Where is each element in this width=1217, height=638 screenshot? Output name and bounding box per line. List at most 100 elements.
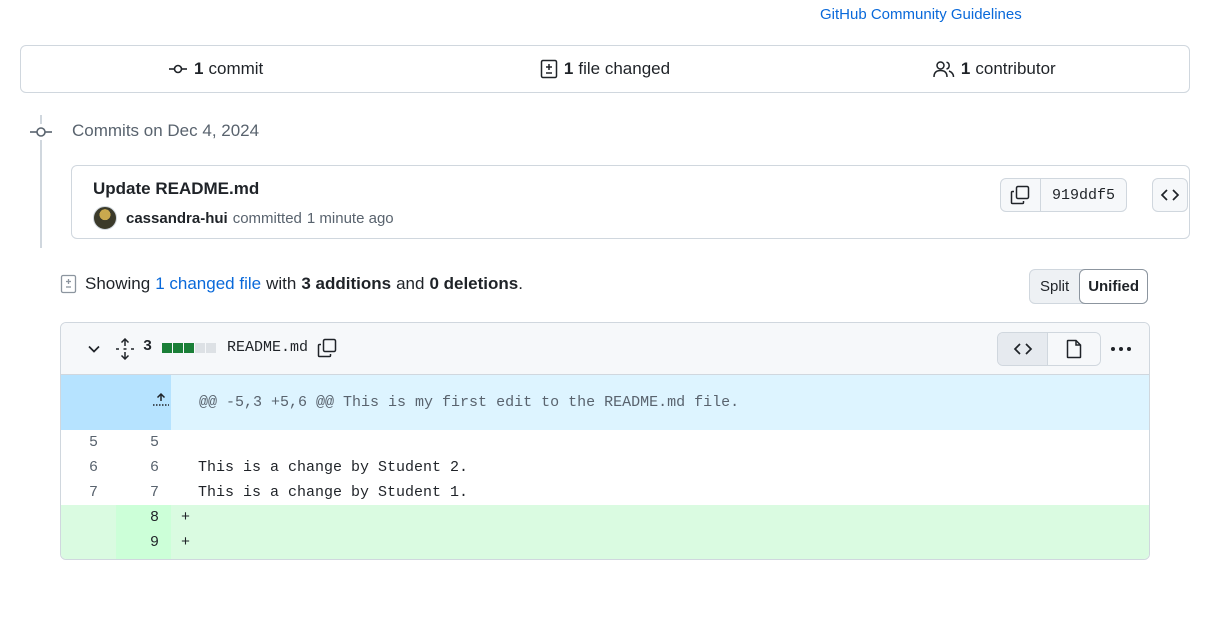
files-count: 1 bbox=[563, 59, 574, 78]
diffstat-bar bbox=[162, 343, 216, 353]
diff-view-toggle: Split Unified bbox=[1029, 269, 1149, 304]
expand-up-button[interactable] bbox=[61, 375, 172, 430]
file-header: 3 README.md bbox=[61, 323, 1149, 375]
file-diff: 3 README.md @@ -5,3 +5,6 @@ This is my f… bbox=[60, 322, 1150, 560]
old-line-number[interactable]: 7 bbox=[61, 480, 116, 505]
diff-line-text: This is a change by Student 1. bbox=[198, 484, 469, 501]
changed-files-link[interactable]: 1 changed file bbox=[155, 274, 261, 294]
diff-line-context: 66 This is a change by Student 2. bbox=[61, 455, 1149, 480]
diff-line-code bbox=[171, 430, 1149, 455]
diffstat-addition-block bbox=[184, 343, 194, 353]
file-diff-icon bbox=[60, 274, 77, 294]
commit-meta: cassandra-hui committed 1 minute ago bbox=[93, 206, 394, 230]
commits-count: 1 bbox=[194, 59, 204, 78]
new-line-number[interactable]: 9 bbox=[116, 530, 172, 555]
old-line-number[interactable] bbox=[61, 505, 116, 530]
diff-line-addition: 8 + bbox=[61, 505, 1149, 530]
collapse-file-button[interactable] bbox=[85, 340, 103, 363]
diff-line-context: 55 bbox=[61, 430, 1149, 455]
file-change-count: 3 bbox=[143, 338, 153, 355]
rich-diff-button[interactable] bbox=[1048, 333, 1100, 365]
new-line-number[interactable]: 5 bbox=[116, 430, 172, 455]
diff-summary: Showing 1 changed file with 3 additions … bbox=[60, 274, 523, 294]
diff-marker: + bbox=[181, 509, 191, 526]
code-icon bbox=[1013, 343, 1032, 355]
commit-sha-group: 919ddf5 bbox=[999, 178, 1127, 212]
expand-all-button[interactable] bbox=[115, 337, 135, 365]
diff-line-addition: 10+These are new branch changes. bbox=[61, 555, 1149, 560]
showing-label: Showing bbox=[85, 274, 151, 293]
file-options-button[interactable] bbox=[1108, 337, 1134, 361]
commit-author-link[interactable]: cassandra-hui bbox=[126, 210, 228, 227]
old-line-number[interactable] bbox=[61, 530, 116, 555]
hunk-header-text: @@ -5,3 +5,6 @@ This is my first edit to… bbox=[171, 375, 1149, 430]
diff-marker bbox=[181, 459, 198, 476]
commit-card: Update README.md cassandra-hui committed… bbox=[71, 165, 1190, 239]
diff-line-code: +These are new branch changes. bbox=[171, 555, 1149, 560]
split-view-button[interactable]: Split bbox=[1030, 270, 1079, 303]
file-name-link[interactable]: README.md bbox=[227, 339, 308, 356]
old-line-number[interactable]: 6 bbox=[61, 455, 116, 480]
code-icon bbox=[1160, 189, 1180, 201]
diff-marker: + bbox=[181, 559, 198, 560]
diff-line-code: + bbox=[171, 505, 1149, 530]
with-label: with bbox=[266, 274, 297, 293]
browse-repository-button[interactable] bbox=[1152, 178, 1188, 212]
new-line-number[interactable]: 8 bbox=[116, 505, 172, 530]
file-view-toggle bbox=[997, 332, 1101, 366]
diff-marker: + bbox=[181, 534, 191, 551]
diffstat-neutral-block bbox=[195, 343, 205, 353]
diff-line-code: This is a change by Student 2. bbox=[171, 455, 1149, 480]
contributors-label: contributor bbox=[975, 59, 1056, 78]
new-line-number[interactable]: 6 bbox=[116, 455, 172, 480]
diff-line-addition: 9 + bbox=[61, 530, 1149, 555]
git-commit-icon bbox=[169, 64, 188, 74]
source-diff-button[interactable] bbox=[998, 333, 1048, 365]
files-label: file changed bbox=[578, 59, 671, 78]
community-guidelines-link[interactable]: GitHub Community Guidelines bbox=[820, 6, 1022, 23]
new-line-number[interactable]: 7 bbox=[116, 480, 172, 505]
diff-line-code: + bbox=[171, 530, 1149, 555]
diff-line-context: 77 This is a change by Student 1. bbox=[61, 480, 1149, 505]
hunk-header-row: @@ -5,3 +5,6 @@ This is my first edit to… bbox=[61, 375, 1149, 430]
chevron-down-icon bbox=[88, 345, 100, 353]
deletions-count: 0 deletions bbox=[429, 274, 519, 293]
diff-table: @@ -5,3 +5,6 @@ This is my first edit to… bbox=[61, 375, 1149, 560]
unified-view-button[interactable]: Unified bbox=[1079, 269, 1149, 304]
commit-action: committed bbox=[232, 209, 302, 227]
diffstat-neutral-block bbox=[206, 343, 216, 353]
commits-date-heading: Commits on Dec 4, 2024 bbox=[72, 121, 260, 140]
diff-line-text: This is a change by Student 2. bbox=[198, 459, 469, 476]
summary-commits[interactable]: 1 commit bbox=[21, 59, 410, 79]
diff-marker bbox=[181, 484, 198, 501]
diffstat-addition-block bbox=[173, 343, 183, 353]
copy-path-button[interactable] bbox=[317, 338, 337, 363]
additions-count: 3 additions bbox=[301, 274, 392, 293]
compare-summary-bar: 1 commit 1 file changed 1 contributor bbox=[20, 45, 1190, 93]
commit-sha-link[interactable]: 919ddf5 bbox=[1041, 179, 1126, 211]
unfold-icon bbox=[116, 337, 134, 361]
diff-marker bbox=[181, 434, 198, 451]
contributors-count: 1 bbox=[960, 59, 971, 78]
old-line-number[interactable] bbox=[61, 555, 116, 559]
summary-contributors[interactable]: 1 contributor bbox=[800, 59, 1189, 79]
file-diff-icon bbox=[540, 59, 558, 79]
copy-icon bbox=[1011, 185, 1030, 205]
diffstat-addition-block bbox=[162, 343, 172, 353]
old-line-number[interactable]: 5 bbox=[61, 430, 116, 455]
and-label: and bbox=[396, 274, 425, 293]
new-line-number[interactable]: 10 bbox=[116, 555, 172, 559]
file-icon bbox=[1066, 339, 1082, 359]
commit-time: 1 minute ago bbox=[306, 209, 394, 227]
copy-icon bbox=[317, 338, 337, 358]
diff-line-code: This is a change by Student 1. bbox=[171, 480, 1149, 505]
summary-files-changed[interactable]: 1 file changed bbox=[410, 59, 799, 79]
diff-line-text: These are new branch changes. bbox=[198, 559, 459, 560]
commits-label: commit bbox=[208, 59, 264, 78]
copy-sha-button[interactable] bbox=[1001, 179, 1041, 211]
fold-up-icon bbox=[153, 392, 170, 406]
timeline-commit-icon bbox=[29, 124, 53, 140]
avatar[interactable] bbox=[93, 206, 117, 230]
period: . bbox=[518, 274, 523, 293]
commit-title-link[interactable]: Update README.md bbox=[93, 179, 259, 199]
